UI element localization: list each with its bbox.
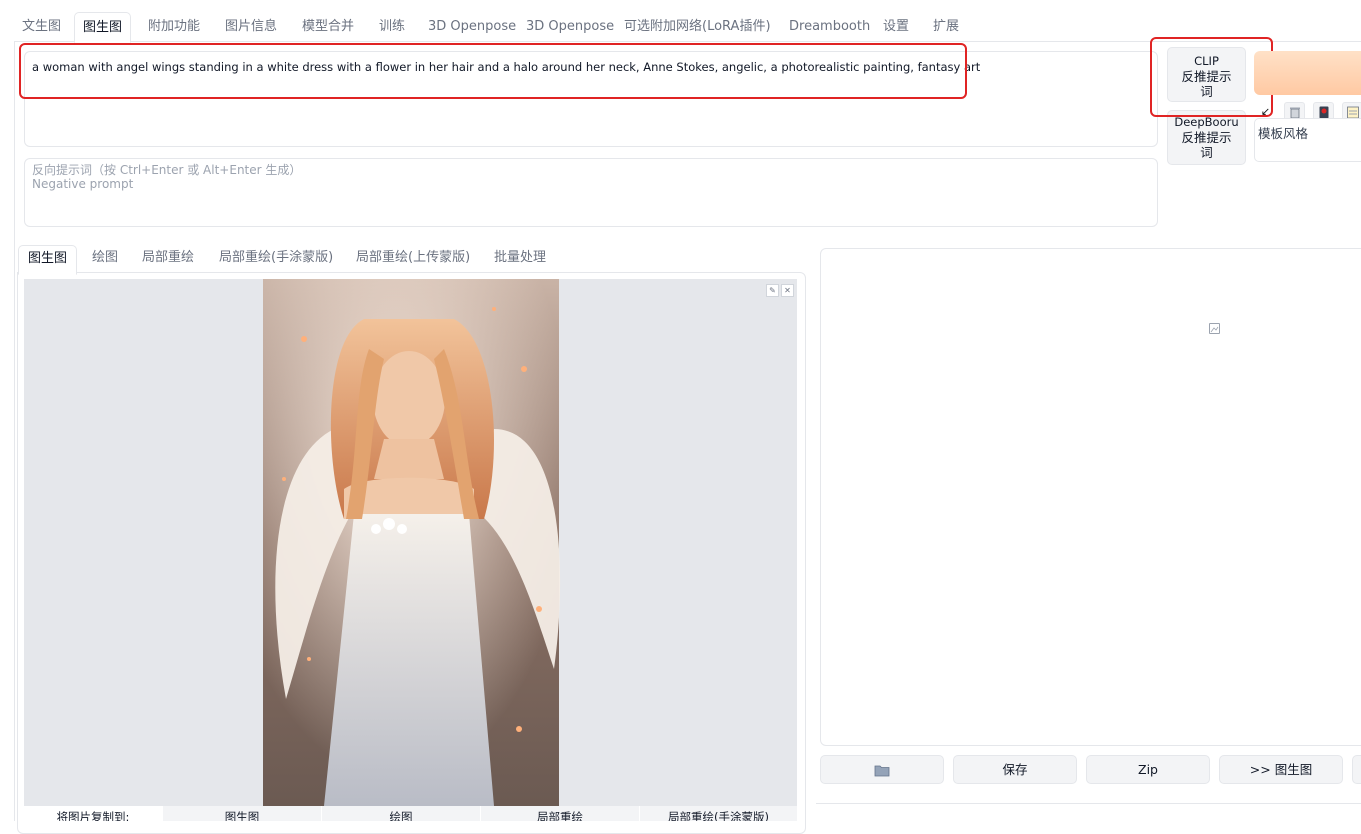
pencil-icon[interactable]: ✎: [766, 284, 779, 297]
close-icon[interactable]: ✕: [781, 284, 794, 297]
style-label: 模板风格: [1258, 126, 1309, 141]
send-to-more-button[interactable]: [1352, 755, 1361, 784]
tab-txt2img[interactable]: 文生图: [14, 12, 69, 41]
copy-to-inpaint-button[interactable]: 局部重绘: [481, 806, 639, 821]
tab-extras[interactable]: 附加功能: [140, 12, 208, 41]
deepbooru-label-2: 反推提示: [1181, 130, 1232, 145]
subtab-batch[interactable]: 批量处理: [485, 245, 555, 273]
generate-button[interactable]: [1254, 51, 1361, 95]
image-icon: [1209, 323, 1220, 334]
send-to-img2img-button[interactable]: >> 图生图: [1219, 755, 1343, 784]
copy-to-inpaint-sketch-button[interactable]: 局部重绘(手涂蒙版): [640, 806, 797, 821]
zip-button[interactable]: Zip: [1086, 755, 1210, 784]
subtab-img2img[interactable]: 图生图: [18, 245, 78, 275]
negative-placeholder-line1: 反向提示词（按 Ctrl+Enter 或 Alt+Enter 生成）: [32, 163, 302, 177]
tab-model-merge[interactable]: 模型合并: [294, 12, 362, 41]
tab-dreambooth[interactable]: Dreambooth: [781, 12, 878, 41]
frame-border: [14, 41, 15, 821]
tab-img2img[interactable]: 图生图: [74, 12, 132, 43]
folder-icon: [874, 765, 890, 777]
divider: [816, 803, 1361, 804]
deepbooru-label-1: DeepBooru: [1174, 115, 1239, 129]
tab-extensions[interactable]: 扩展: [925, 12, 967, 41]
highlight-prompt: [19, 43, 967, 99]
subtab-inpaint-upload[interactable]: 局部重绘(上传蒙版): [347, 245, 479, 273]
tab-png-info[interactable]: 图片信息: [217, 12, 285, 41]
deepbooru-label-3: 词: [1200, 145, 1213, 160]
save-button[interactable]: 保存: [953, 755, 1077, 784]
negative-placeholder-line2: Negative prompt: [32, 177, 134, 191]
tab-3d-openpose-1[interactable]: 3D Openpose: [420, 12, 524, 41]
tab-train[interactable]: 训练: [371, 12, 413, 41]
subtab-sketch[interactable]: 绘图: [83, 245, 127, 273]
deepbooru-interrogate-button[interactable]: DeepBooru 反推提示 词: [1167, 110, 1246, 165]
subtab-inpaint-sketch[interactable]: 局部重绘(手涂蒙版): [210, 245, 342, 273]
open-folder-button[interactable]: [820, 755, 944, 784]
copy-to-img2img-button[interactable]: 图生图: [163, 806, 321, 821]
output-gallery: [820, 248, 1361, 746]
tab-settings[interactable]: 设置: [875, 12, 917, 41]
copy-to-sketch-button[interactable]: 绘图: [322, 806, 480, 821]
tab-3d-openpose-2[interactable]: 3D Openpose: [518, 12, 622, 41]
negative-prompt-placeholder: 反向提示词（按 Ctrl+Enter 或 Alt+Enter 生成） Negat…: [32, 163, 301, 191]
subtab-inpaint[interactable]: 局部重绘: [133, 245, 203, 273]
copy-to-label: 将图片复制到:: [24, 806, 162, 821]
image-upload-area[interactable]: [24, 279, 797, 806]
angel-image: [263, 279, 561, 806]
tab-lora[interactable]: 可选附加网络(LoRA插件): [616, 12, 779, 41]
